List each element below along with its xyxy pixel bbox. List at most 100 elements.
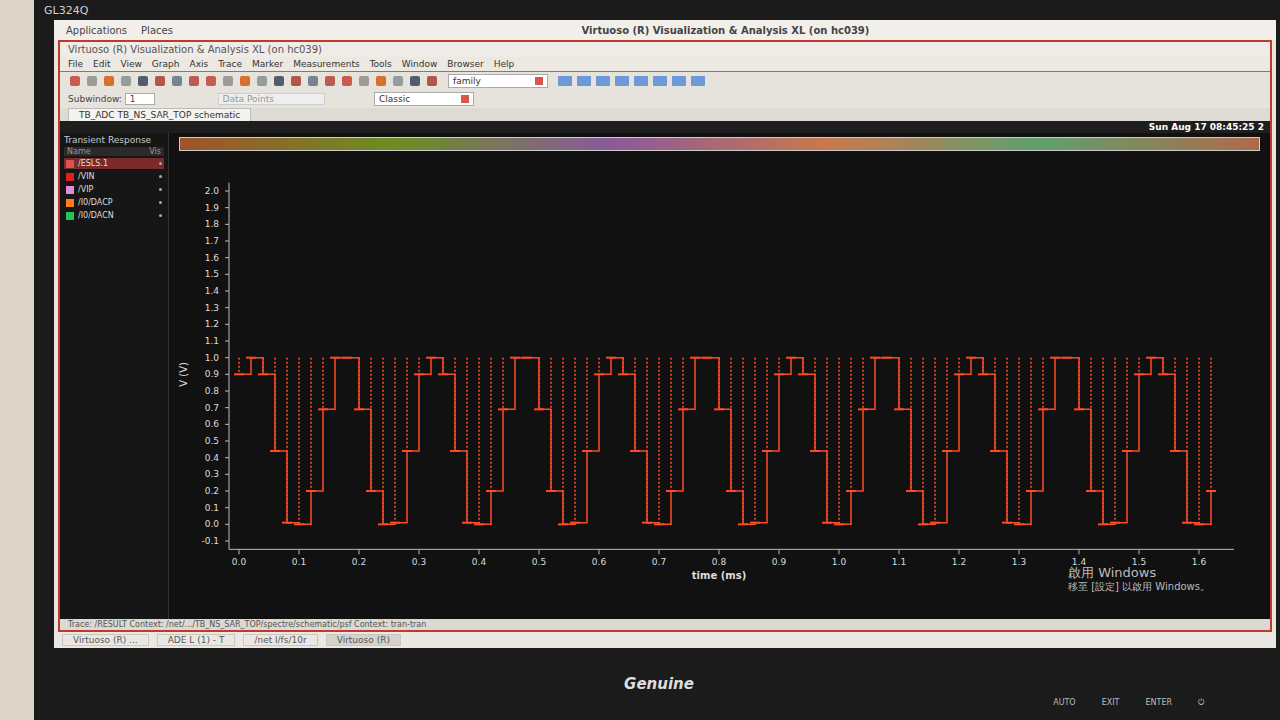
tool-icon[interactable] bbox=[340, 74, 354, 88]
conversion-spike bbox=[838, 358, 840, 525]
desktop-window-title: Virtuoso (R) Visualization & Analysis XL… bbox=[187, 25, 1264, 36]
tool-icon[interactable] bbox=[170, 74, 184, 88]
svg-text:1.1: 1.1 bbox=[892, 557, 906, 567]
style-select[interactable]: Classic bbox=[374, 92, 474, 106]
tool-icon[interactable] bbox=[221, 74, 235, 88]
x-tick: 0.9 bbox=[772, 549, 787, 567]
legend-name: /ESLS.1 bbox=[78, 159, 155, 168]
visibility-dot[interactable] bbox=[159, 201, 162, 204]
tool-icon[interactable] bbox=[136, 74, 150, 88]
menu-item[interactable]: View bbox=[121, 59, 142, 69]
menu-item[interactable]: Edit bbox=[93, 59, 110, 69]
menu-item[interactable]: File bbox=[68, 59, 83, 69]
x-tick: 0.5 bbox=[532, 549, 546, 567]
family-select[interactable]: family bbox=[448, 74, 548, 88]
monitor-button[interactable]: EXIT bbox=[1102, 698, 1120, 708]
menu-item[interactable]: Trace bbox=[218, 59, 242, 69]
menu-item[interactable]: Help bbox=[494, 59, 515, 69]
tool-icon[interactable] bbox=[557, 74, 573, 88]
monitor-button[interactable]: ⏻ bbox=[1198, 698, 1204, 708]
menu-item[interactable]: Tools bbox=[370, 59, 392, 69]
tool-icon[interactable] bbox=[652, 74, 668, 88]
tool-icon[interactable] bbox=[238, 74, 252, 88]
tool-icon[interactable] bbox=[119, 74, 133, 88]
tool-icon[interactable] bbox=[391, 74, 405, 88]
watermark-line: 移至 [設定] 以啟用 Windows。 bbox=[1068, 581, 1210, 593]
tool-icon[interactable] bbox=[204, 74, 218, 88]
svg-text:0.0: 0.0 bbox=[232, 557, 247, 567]
trace[interactable] bbox=[234, 358, 1216, 525]
conversion-spike bbox=[598, 358, 600, 375]
visibility-dot[interactable] bbox=[159, 188, 162, 191]
menu-item[interactable]: Browser bbox=[447, 59, 483, 69]
conversion-spike bbox=[586, 358, 588, 451]
menu-item[interactable]: Window bbox=[402, 59, 438, 69]
tool-icon[interactable] bbox=[633, 74, 649, 88]
taskbar-item[interactable]: ADE L (1) - T bbox=[157, 634, 236, 646]
monitor-button[interactable]: AUTO bbox=[1053, 698, 1076, 708]
tool-icon[interactable] bbox=[255, 74, 269, 88]
legend-swatch bbox=[66, 173, 74, 181]
tool-icon[interactable] bbox=[614, 74, 630, 88]
subwindow-field[interactable]: 1 bbox=[125, 93, 155, 105]
tool-icon[interactable] bbox=[272, 74, 286, 88]
y-tick: 0.2 bbox=[205, 486, 229, 496]
desktop-menu[interactable]: Applications bbox=[66, 25, 127, 36]
tool-icon[interactable] bbox=[374, 74, 388, 88]
svg-text:1.2: 1.2 bbox=[952, 557, 966, 567]
y-tick: 1.1 bbox=[205, 336, 229, 346]
legend-header-cell: Vis bbox=[149, 147, 161, 156]
legend-item[interactable]: /VIN bbox=[64, 171, 164, 182]
data-points-field[interactable]: Data Points bbox=[218, 93, 325, 105]
legend-item[interactable]: /ESLS.1 bbox=[64, 158, 164, 169]
desktop-top-bar: Applications Places Virtuoso (R) Visualiz… bbox=[54, 20, 1276, 40]
tool-icon[interactable] bbox=[595, 74, 611, 88]
tool-icon[interactable] bbox=[323, 74, 337, 88]
tool-icon[interactable] bbox=[357, 74, 371, 88]
visibility-dot[interactable] bbox=[159, 162, 162, 165]
tool-icon[interactable] bbox=[306, 74, 320, 88]
svg-text:0.9: 0.9 bbox=[772, 557, 787, 567]
conversion-spike bbox=[658, 358, 660, 525]
svg-text:0.8: 0.8 bbox=[712, 557, 727, 567]
waveform-chart[interactable]: 2.01.91.81.71.61.51.41.31.21.11.00.90.80… bbox=[169, 151, 1254, 591]
tool-icon[interactable] bbox=[690, 74, 706, 88]
menu-item[interactable]: Graph bbox=[152, 59, 180, 69]
legend-item[interactable]: /I0/DACP bbox=[64, 197, 164, 208]
conversion-spike bbox=[418, 358, 420, 375]
menu-item[interactable]: Measurements bbox=[293, 59, 359, 69]
svg-text:1.2: 1.2 bbox=[205, 319, 219, 329]
y-tick: 0.5 bbox=[205, 436, 229, 446]
legend-item[interactable]: /VIP bbox=[64, 184, 164, 195]
menu-item[interactable]: Axis bbox=[189, 59, 208, 69]
desktop-menu[interactable]: Places bbox=[141, 25, 173, 36]
monitor-button[interactable]: ENTER bbox=[1145, 698, 1172, 708]
tool-icon[interactable] bbox=[68, 74, 82, 88]
menu-item[interactable]: Marker bbox=[252, 59, 283, 69]
tool-icon[interactable] bbox=[85, 74, 99, 88]
tool-icon[interactable] bbox=[102, 74, 116, 88]
taskbar-item[interactable]: Virtuoso (R) ... bbox=[62, 634, 149, 646]
conversion-spike bbox=[1018, 358, 1020, 525]
taskbar-item[interactable]: Virtuoso (R) bbox=[326, 634, 401, 646]
tool-icon[interactable] bbox=[187, 74, 201, 88]
tool-icon[interactable] bbox=[576, 74, 592, 88]
svg-text:0.7: 0.7 bbox=[205, 403, 219, 413]
x-tick: 1.1 bbox=[892, 549, 906, 567]
tool-icon[interactable] bbox=[153, 74, 167, 88]
legend-item[interactable]: /I0/DACN bbox=[64, 210, 164, 221]
visibility-dot[interactable] bbox=[159, 214, 162, 217]
taskbar-item[interactable]: /net l/fs/10r bbox=[243, 634, 317, 646]
visibility-dot[interactable] bbox=[159, 175, 162, 178]
tab[interactable]: TB_ADC TB_NS_SAR_TOP schematic bbox=[68, 108, 251, 121]
tool-icon[interactable] bbox=[671, 74, 687, 88]
tool-icon[interactable] bbox=[425, 74, 439, 88]
monitor-brand: Genuine bbox=[624, 675, 694, 693]
tool-icon[interactable] bbox=[289, 74, 303, 88]
svg-text:0.3: 0.3 bbox=[205, 469, 219, 479]
svg-text:0.4: 0.4 bbox=[472, 557, 487, 567]
tool-icon[interactable] bbox=[408, 74, 422, 88]
monitor-bottom-bezel: Genuine AUTO EXIT ENTER ⏻ bbox=[34, 648, 1280, 720]
zoom-strip[interactable] bbox=[179, 137, 1260, 151]
x-tick: 1.4 bbox=[1072, 549, 1087, 567]
